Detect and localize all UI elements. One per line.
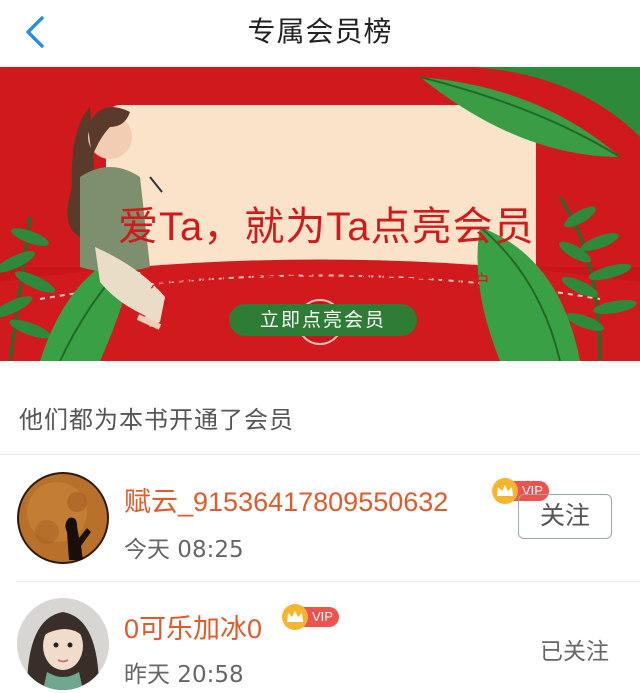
banner-headline: 爱Ta，就为Ta点亮会员 xyxy=(118,205,535,249)
page-title: 专属会员榜 xyxy=(247,15,393,48)
crown-icon xyxy=(282,604,308,630)
vip-banner[interactable]: 爱Ta，就为Ta点亮会员 点亮成功，收益立刻同步到作者大大账户 立即点亮会员 xyxy=(0,67,640,361)
section-title: 他们都为本书开通了会员 xyxy=(19,406,294,434)
member-time: 今天 08:25 xyxy=(124,537,244,563)
member-time: 昨天 20:58 xyxy=(124,662,244,688)
top-bar: 专属会员榜 xyxy=(0,0,640,66)
divider xyxy=(0,454,640,455)
followed-status[interactable]: 已关注 xyxy=(540,632,609,666)
member-name[interactable]: 赋云_91536417809550632 xyxy=(124,480,448,519)
moon-silhouette-avatar-icon xyxy=(17,472,109,564)
girl-portrait-avatar-icon xyxy=(17,598,109,690)
crown-icon xyxy=(492,478,518,504)
avatar[interactable] xyxy=(17,472,109,564)
vip-badge: VIP xyxy=(282,604,339,630)
member-name[interactable]: 0可乐加冰0 xyxy=(124,607,262,646)
banner-subtitle: 点亮成功，收益立刻同步到作者大大账户 xyxy=(150,272,492,292)
light-up-vip-button[interactable]: 立即点亮会员 xyxy=(229,304,417,336)
divider xyxy=(17,581,640,582)
avatar[interactable] xyxy=(17,598,109,690)
follow-button[interactable]: 关注 xyxy=(518,494,612,539)
